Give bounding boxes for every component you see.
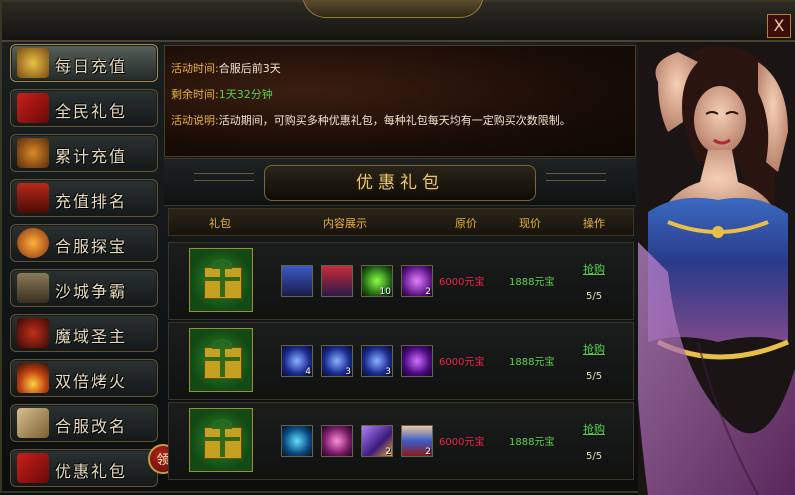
- sidebar-item-daily-recharge[interactable]: 每日充值: [10, 44, 158, 82]
- event-desc-label: 活动说明:: [171, 114, 219, 127]
- purchase-limit: 5/5: [586, 291, 603, 302]
- col-current-price: 现价: [519, 217, 541, 230]
- gift-box-icon: [17, 453, 49, 483]
- buy-button[interactable]: 抢购: [583, 341, 605, 357]
- event-window: X 每日充值 全民礼包 累计充值 充值排名 合服探宝 沙城争霸 魔域圣主 双倍烤…: [0, 0, 795, 495]
- original-price: 6000元宝: [439, 357, 485, 368]
- sidebar-item-double-bonfire[interactable]: 双倍烤火: [10, 359, 158, 397]
- castle-icon: [17, 273, 49, 303]
- money-bag-icon: [17, 138, 49, 168]
- purple-scroll-icon[interactable]: 2: [361, 425, 393, 457]
- armor-robe-icon[interactable]: [321, 265, 353, 297]
- gift-pack-icon: [189, 248, 253, 312]
- sidebar-item-label: 双倍烤火: [55, 372, 128, 391]
- sidebar-item-label: 沙城争霸: [55, 282, 128, 301]
- fire-orb-icon: [17, 228, 49, 258]
- event-time-label: 活动时间:: [171, 62, 219, 75]
- sidebar-item-label: 优惠礼包: [55, 462, 128, 481]
- purple-orb-icon[interactable]: [401, 345, 433, 377]
- sidebar-item-demon-lord[interactable]: 魔域圣主: [10, 314, 158, 352]
- banner-flag-icon: [17, 183, 49, 213]
- blue-orb-icon[interactable]: 3: [361, 345, 393, 377]
- armor-suit-icon[interactable]: 2: [401, 425, 433, 457]
- close-button[interactable]: X: [767, 14, 791, 38]
- gift-box-icon: [17, 93, 49, 123]
- purchase-limit: 5/5: [586, 371, 603, 382]
- event-time-row: 活动时间:合服后前3天: [171, 60, 281, 76]
- event-desc-value: 活动期间，可购买多种优惠礼包，每种礼包每天均有一定购买次数限制。: [218, 114, 571, 127]
- sidebar-item-treasure-hunt[interactable]: 合服探宝: [10, 224, 158, 262]
- title-plate: [302, 0, 484, 18]
- sidebar-item-discount-gift[interactable]: 优惠礼包: [10, 449, 158, 487]
- section-banner: 优惠礼包: [164, 158, 636, 206]
- sidebar-item-all-gift[interactable]: 全民礼包: [10, 89, 158, 127]
- armor-robe-icon[interactable]: [281, 265, 313, 297]
- gift-pack-icon: [189, 328, 253, 392]
- event-time-value: 合服后前3天: [218, 62, 281, 75]
- banner-title: 优惠礼包: [356, 173, 444, 193]
- remaining-time-row: 剩余时间:1天32分钟: [171, 86, 273, 102]
- remaining-time-value: 1天32分钟: [218, 88, 273, 101]
- buy-button[interactable]: 抢购: [583, 261, 605, 277]
- gift-pack-icon: [189, 408, 253, 472]
- treasure-chest-icon: [17, 48, 49, 78]
- demon-mask-icon: [17, 318, 49, 348]
- sidebar-item-recharge-ranking[interactable]: 充值排名: [10, 179, 158, 217]
- table-header: 礼包 内容展示 原价 现价 操作: [168, 208, 634, 236]
- table-row: 10 2 6000元宝 1888元宝 抢购 5/5: [168, 242, 634, 320]
- green-orb-icon[interactable]: 10: [361, 265, 393, 297]
- banner-ornament-right: [546, 173, 606, 181]
- sidebar-item-label: 魔域圣主: [55, 327, 128, 346]
- campfire-icon: [17, 363, 49, 393]
- sidebar-item-label: 每日充值: [55, 57, 128, 76]
- sidebar-item-label: 全民礼包: [55, 102, 128, 121]
- col-original-price: 原价: [455, 217, 477, 230]
- banner-plate: 优惠礼包: [264, 165, 536, 201]
- blue-orb-icon[interactable]: 4: [281, 345, 313, 377]
- sidebar-item-label: 累计充值: [55, 147, 128, 166]
- col-gift: 礼包: [209, 217, 231, 230]
- character-illustration: [638, 42, 795, 495]
- current-price: 1888元宝: [509, 277, 555, 288]
- sidebar-item-label: 充值排名: [55, 192, 128, 211]
- table-row: 4 3 3 6000元宝 1888元宝 抢购 5/5: [168, 322, 634, 400]
- blue-wing-icon[interactable]: [281, 425, 313, 457]
- sidebar-item-cumulative-recharge[interactable]: 累计充值: [10, 134, 158, 172]
- buy-button[interactable]: 抢购: [583, 421, 605, 437]
- col-content: 内容展示: [323, 217, 367, 230]
- col-action: 操作: [583, 217, 605, 230]
- sidebar-item-castle-war[interactable]: 沙城争霸: [10, 269, 158, 307]
- sidebar-item-rename[interactable]: 合服改名: [10, 404, 158, 442]
- sidebar-item-label: 合服探宝: [55, 237, 128, 256]
- sidebar: 每日充值 全民礼包 累计充值 充值排名 合服探宝 沙城争霸 魔域圣主 双倍烤火: [6, 42, 160, 492]
- current-price: 1888元宝: [509, 357, 555, 368]
- title-bar: [2, 0, 795, 42]
- pink-gem-icon[interactable]: [321, 425, 353, 457]
- purchase-limit: 5/5: [586, 451, 603, 462]
- current-price: 1888元宝: [509, 437, 555, 448]
- table-row: 2 2 6000元宝 1888元宝 抢购 5/5: [168, 402, 634, 480]
- event-desc-row: 活动说明:活动期间，可购买多种优惠礼包，每种礼包每天均有一定购买次数限制。: [171, 112, 571, 128]
- banner-ornament-left: [194, 173, 254, 181]
- original-price: 6000元宝: [439, 437, 485, 448]
- remaining-time-label: 剩余时间:: [171, 88, 219, 101]
- purple-flame-icon[interactable]: 2: [401, 265, 433, 297]
- event-info-panel: 活动时间:合服后前3天 剩余时间:1天32分钟 活动说明:活动期间，可购买多种优…: [164, 45, 636, 157]
- original-price: 6000元宝: [439, 277, 485, 288]
- blue-orb-icon[interactable]: 3: [321, 345, 353, 377]
- sidebar-item-label: 合服改名: [55, 417, 128, 436]
- scroll-icon: [17, 408, 49, 438]
